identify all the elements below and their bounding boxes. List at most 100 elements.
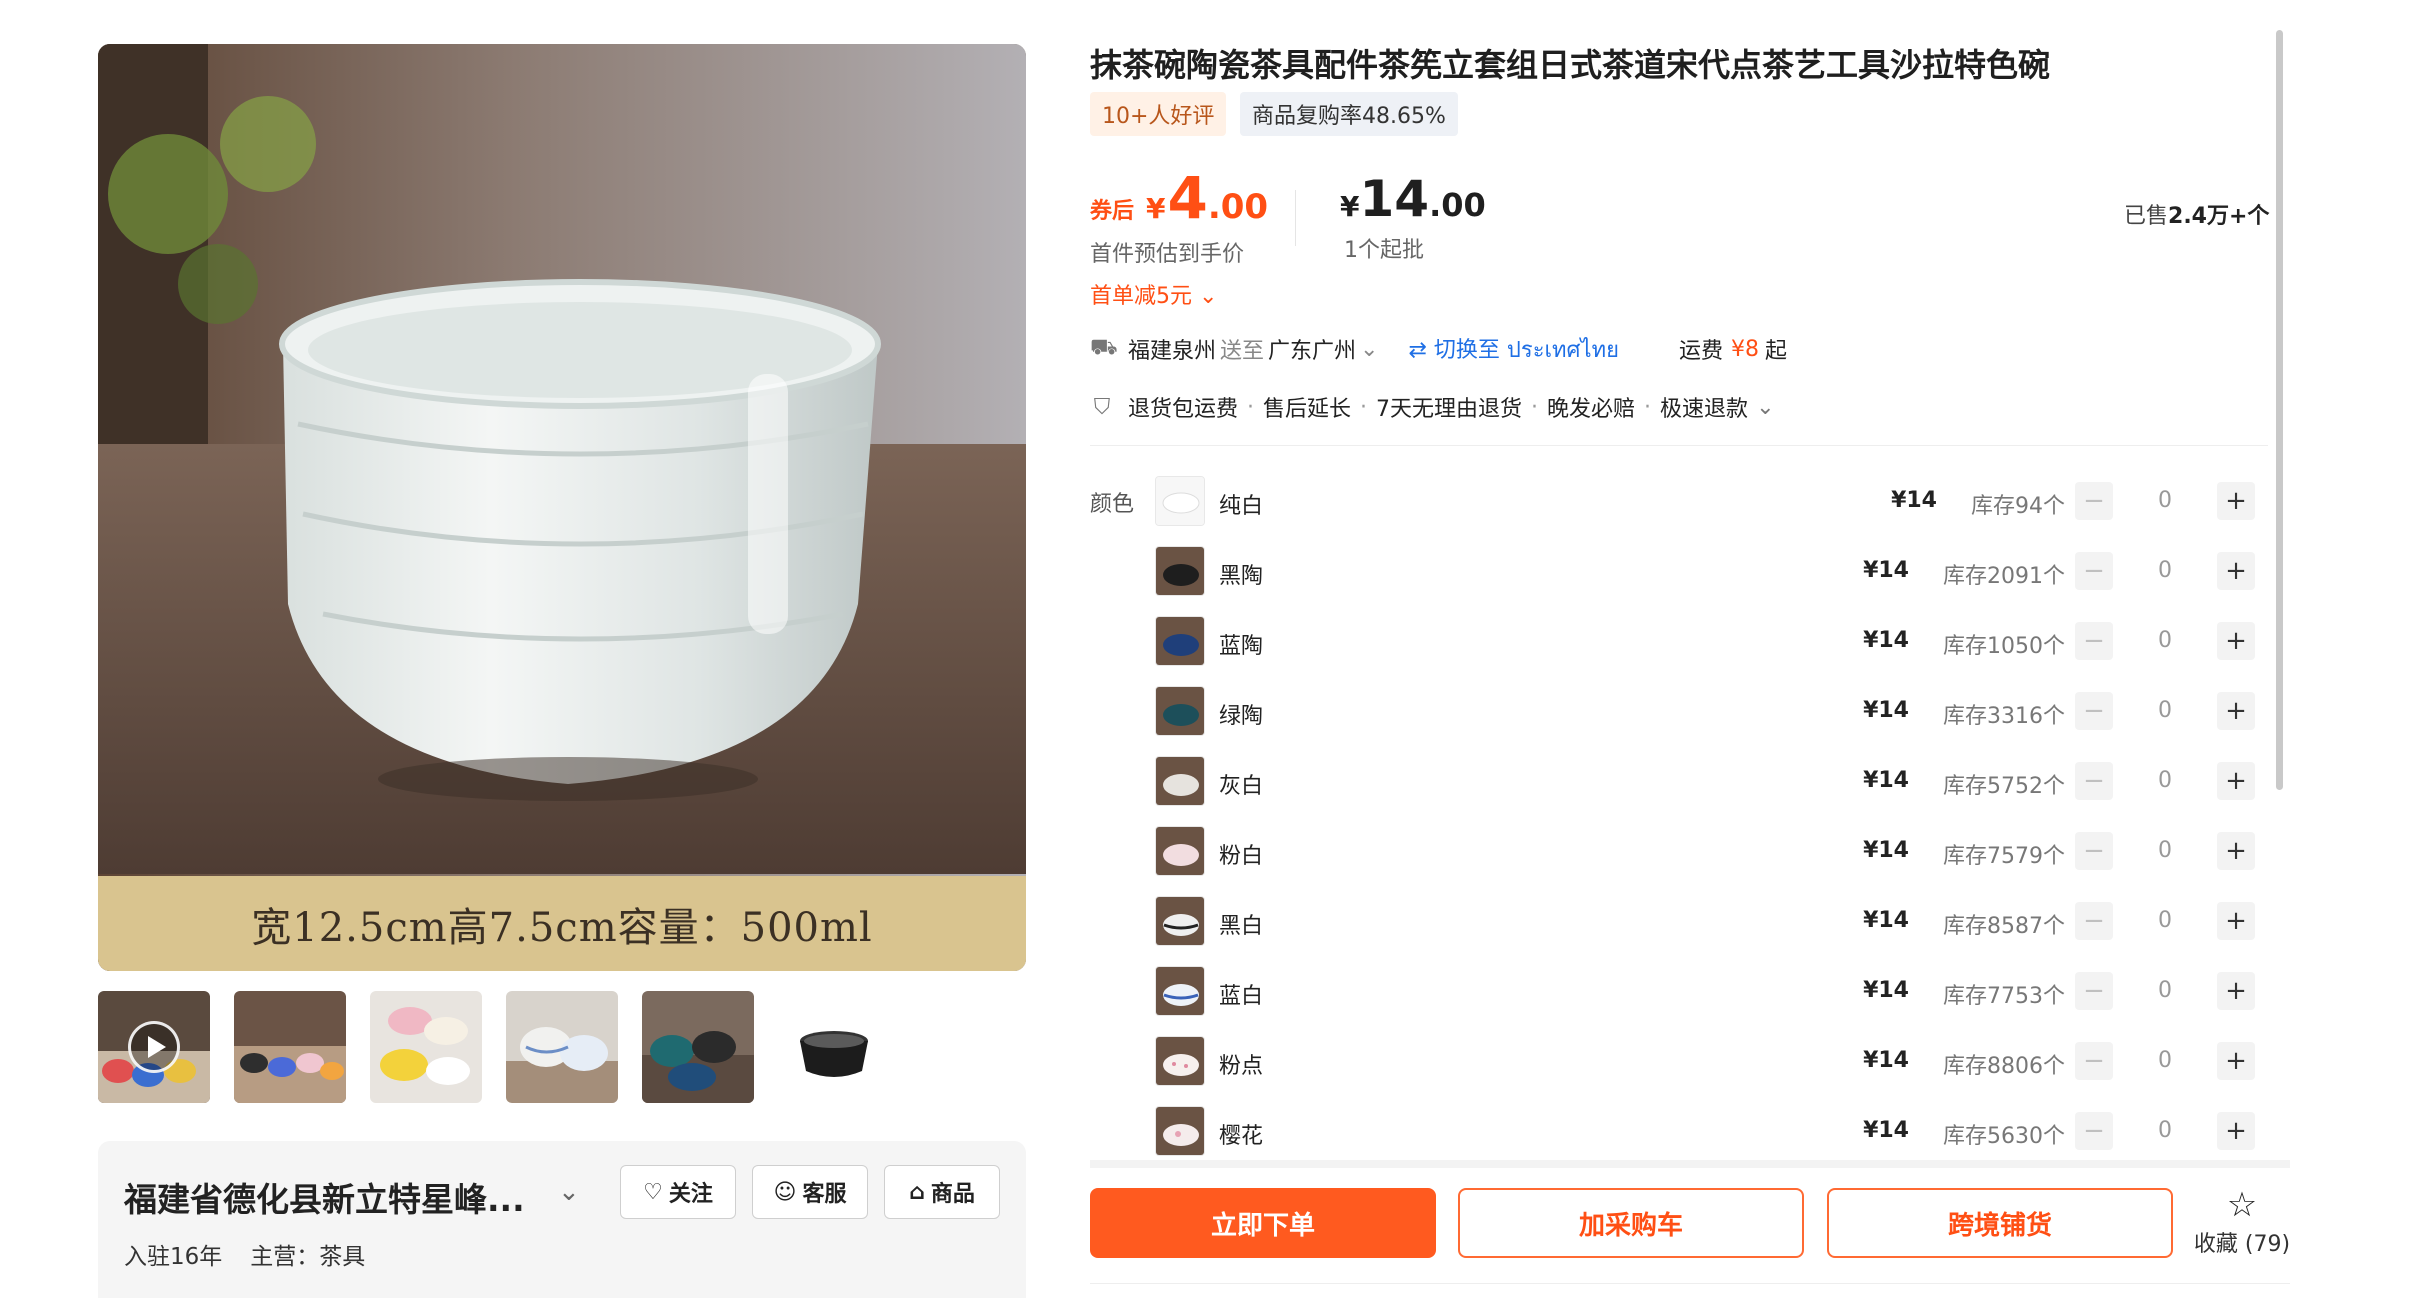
ship-from: 福建泉州 <box>1128 339 1217 364</box>
increase-button[interactable]: + <box>2217 832 2255 870</box>
store-icon: ⌂ <box>909 1179 925 1205</box>
ship-to-location[interactable]: 广东广州 <box>1268 333 1356 365</box>
variant-thumbnail[interactable] <box>1155 686 1205 736</box>
buy-now-button[interactable]: 立即下单 <box>1090 1188 1436 1258</box>
coupon-price-label: 券后 <box>1090 199 1135 224</box>
variant-thumbnail[interactable] <box>1155 546 1205 596</box>
variant-name: 蓝陶 <box>1219 634 1264 659</box>
bottom-divider <box>1090 1283 2290 1284</box>
decrease-button[interactable]: − <box>2075 1112 2113 1150</box>
variant-row: 蓝陶 ¥14 库存1050个 − 0 + <box>1155 616 2265 668</box>
variant-stock: 库存5630个 <box>1943 1124 2065 1149</box>
variant-thumbnail[interactable] <box>1155 1036 1205 1086</box>
variant-thumbnail[interactable] <box>1155 896 1205 946</box>
wholesale-currency: ¥ <box>1340 190 1360 223</box>
quantity-value[interactable]: 0 <box>2145 488 2185 513</box>
cross-border-button[interactable]: 跨境铺货 <box>1827 1188 2173 1258</box>
quantity-value[interactable]: 0 <box>2145 838 2185 863</box>
main-product-image[interactable]: 宽12.5cm高7.5cm容量：500ml <box>98 44 1026 971</box>
decrease-button[interactable]: − <box>2075 832 2113 870</box>
increase-button[interactable]: + <box>2217 902 2255 940</box>
thumbnail-video[interactable] <box>98 991 210 1103</box>
first-order-label: 首单减5元 <box>1090 284 1192 309</box>
color-option-label: 颜色 <box>1090 492 1135 517</box>
thumbnail-strip <box>98 991 890 1103</box>
thumbnail-2[interactable] <box>234 991 346 1103</box>
shop-name[interactable]: 福建省德化县新立特星峰... <box>124 1173 525 1221</box>
star-icon: ☆ <box>2226 1185 2258 1225</box>
thumbnail-6[interactable] <box>778 991 890 1103</box>
variant-name: 绿陶 <box>1219 704 1264 729</box>
play-icon <box>128 1021 180 1073</box>
service-guarantees[interactable]: ⛉ 退货包运费 · 售后延长 · 7天无理由退货 · 晚发必赔 · 极速退款 ⌄ <box>1090 392 1775 423</box>
increase-button[interactable]: + <box>2217 482 2255 520</box>
customer-service-button[interactable]: ☺ 客服 <box>752 1165 868 1219</box>
variant-thumbnail[interactable] <box>1155 616 1205 666</box>
variant-stock: 库存8806个 <box>1943 1054 2065 1079</box>
increase-button[interactable]: + <box>2217 692 2255 730</box>
variant-name: 粉白 <box>1219 844 1264 869</box>
separator-dot: · <box>1644 394 1652 420</box>
variant-price: ¥14 <box>1891 488 1937 513</box>
variant-price: ¥14 <box>1863 1118 1909 1143</box>
quantity-value[interactable]: 0 <box>2145 628 2185 653</box>
quantity-value[interactable]: 0 <box>2145 1048 2185 1073</box>
increase-button[interactable]: + <box>2217 972 2255 1010</box>
variant-name: 蓝白 <box>1219 984 1264 1009</box>
shop-goods-label: 商品 <box>930 1182 975 1207</box>
variant-thumbnail[interactable] <box>1155 756 1205 806</box>
quantity-value[interactable]: 0 <box>2145 698 2185 723</box>
quantity-value[interactable]: 0 <box>2145 978 2185 1003</box>
quantity-value[interactable]: 0 <box>2145 1118 2185 1143</box>
coupon-currency: ¥ <box>1146 192 1166 225</box>
follow-label: 关注 <box>668 1182 713 1207</box>
wholesale-price-dec: .00 <box>1429 186 1486 224</box>
decrease-button[interactable]: − <box>2075 972 2113 1010</box>
thumbnail-3[interactable] <box>370 991 482 1103</box>
min-order-quantity: 1个起批 <box>1344 238 1424 263</box>
increase-button[interactable]: + <box>2217 1042 2255 1080</box>
decrease-button[interactable]: − <box>2075 482 2113 520</box>
decrease-button[interactable]: − <box>2075 692 2113 730</box>
quantity-value[interactable]: 0 <box>2145 908 2185 933</box>
quantity-value[interactable]: 0 <box>2145 558 2185 583</box>
good-review-tag: 10+人好评 <box>1090 92 1227 136</box>
decrease-button[interactable]: − <box>2075 552 2113 590</box>
switch-region-label: 切换至 ประเทศไทย <box>1433 337 1619 363</box>
add-to-cart-button[interactable]: 加采购车 <box>1458 1188 1804 1258</box>
decrease-button[interactable]: − <box>2075 622 2113 660</box>
variant-thumbnail[interactable] <box>1155 826 1205 876</box>
decrease-button[interactable]: − <box>2075 762 2113 800</box>
chevron-down-icon[interactable]: ⌄ <box>1360 337 1378 362</box>
variant-stock: 库存8587个 <box>1943 914 2065 939</box>
wholesale-price: ¥14.00 <box>1340 170 1486 228</box>
variant-price: ¥14 <box>1863 1048 1909 1073</box>
thumbnail-4[interactable] <box>506 991 618 1103</box>
variant-row: 黑白 ¥14 库存8587个 − 0 + <box>1155 896 2265 948</box>
variant-price: ¥14 <box>1863 908 1909 933</box>
variant-thumbnail[interactable] <box>1155 966 1205 1016</box>
switch-region-link[interactable]: ⇄ 切换至 ประเทศไทย <box>1408 332 1618 367</box>
first-order-discount[interactable]: 首单减5元 ⌄ <box>1090 278 1217 310</box>
variant-list-scrollbar[interactable] <box>2276 30 2283 790</box>
follow-button[interactable]: ♡ 关注 <box>620 1165 736 1219</box>
variant-thumbnail[interactable] <box>1155 476 1205 526</box>
variant-thumbnail[interactable] <box>1155 1106 1205 1156</box>
increase-button[interactable]: + <box>2217 552 2255 590</box>
increase-button[interactable]: + <box>2217 1112 2255 1150</box>
chevron-down-icon: ⌄ <box>1756 394 1775 420</box>
shop-goods-button[interactable]: ⌂ 商品 <box>884 1165 1000 1219</box>
decrease-button[interactable]: − <box>2075 902 2113 940</box>
variant-price: ¥14 <box>1863 768 1909 793</box>
decrease-button[interactable]: − <box>2075 1042 2113 1080</box>
favorite-button[interactable]: ☆ 收藏 (79) <box>2192 1186 2292 1258</box>
increase-button[interactable]: + <box>2217 622 2255 660</box>
increase-button[interactable]: + <box>2217 762 2255 800</box>
service-item: 7天无理由退货 <box>1376 397 1523 422</box>
chevron-down-icon[interactable]: ⌄ <box>558 1177 580 1207</box>
thumbnail-5[interactable] <box>642 991 754 1103</box>
quantity-value[interactable]: 0 <box>2145 768 2185 793</box>
variant-stock: 库存94个 <box>1971 494 2065 519</box>
variant-stock: 库存3316个 <box>1943 704 2065 729</box>
shop-years: 入驻16年 <box>124 1244 223 1270</box>
